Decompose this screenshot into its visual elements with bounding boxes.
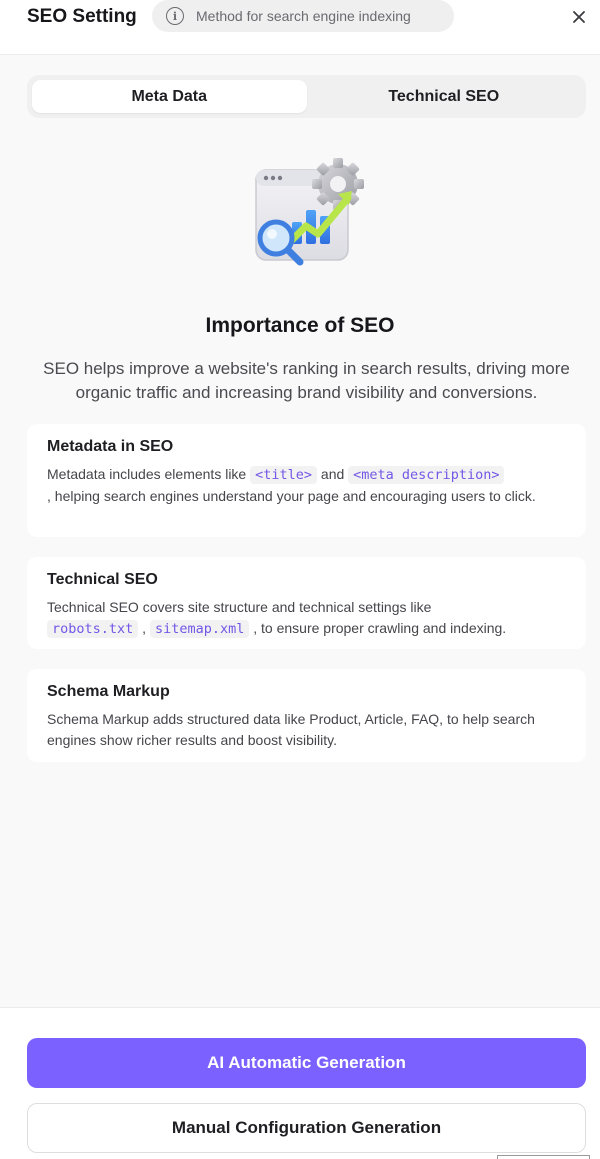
- card-text-part: and: [317, 466, 349, 482]
- section-description: SEO helps improve a website's ranking in…: [43, 359, 570, 402]
- section-title: Importance of SEO: [205, 314, 395, 337]
- seo-analytics-icon: [255, 158, 364, 266]
- card-title: Metadata in SEO: [47, 438, 174, 455]
- manual-configuration-generation-button[interactable]: Manual Configuration Generation: [27, 1103, 586, 1153]
- code-robots-txt: robots.txt: [47, 619, 139, 638]
- card-title: Schema Markup: [47, 683, 170, 700]
- card-title: Technical SEO: [47, 571, 158, 588]
- code-meta-description: <meta description>: [348, 466, 505, 484]
- card-text-part: , to ensure proper crawling and indexing…: [249, 619, 507, 636]
- overlay-fragment: [497, 1155, 590, 1159]
- card-text: Technical SEO covers site structure and …: [47, 597, 566, 639]
- ai-automatic-generation-button[interactable]: AI Automatic Generation: [27, 1038, 586, 1088]
- code-sitemap-xml: sitemap.xml: [149, 619, 250, 638]
- card-technical-seo: Technical SEO Technical SEO covers site …: [27, 557, 586, 649]
- card-text-part: , helping search engines understand your…: [47, 487, 536, 504]
- card-text: Metadata includes elements like <title> …: [47, 464, 566, 506]
- card-metadata-seo: Metadata in SEO Metadata includes elemen…: [27, 424, 586, 537]
- tab-switcher: Meta Data Technical SEO: [27, 75, 586, 118]
- hint-text: Method for search engine indexing: [196, 8, 411, 24]
- dialog-title: SEO Setting: [27, 6, 137, 27]
- tab-meta-data[interactable]: Meta Data: [32, 80, 307, 113]
- tab-technical-seo[interactable]: Technical SEO: [307, 80, 582, 113]
- header-bar: SEO Setting i Method for search engine i…: [0, 0, 600, 55]
- hint-pill: i Method for search engine indexing: [152, 0, 454, 32]
- close-button[interactable]: [568, 6, 590, 28]
- card-schema-markup: Schema Markup Schema Markup adds structu…: [27, 669, 586, 762]
- code-title-tag: <title>: [250, 466, 318, 484]
- card-text: Schema Markup adds structured data like …: [47, 711, 535, 748]
- info-circle-icon: i: [166, 7, 184, 25]
- card-text-part: ,: [138, 619, 150, 636]
- close-icon: [573, 11, 585, 23]
- card-text-part: Metadata includes elements like: [47, 466, 251, 482]
- card-text-part: Technical SEO covers site structure and …: [47, 599, 432, 615]
